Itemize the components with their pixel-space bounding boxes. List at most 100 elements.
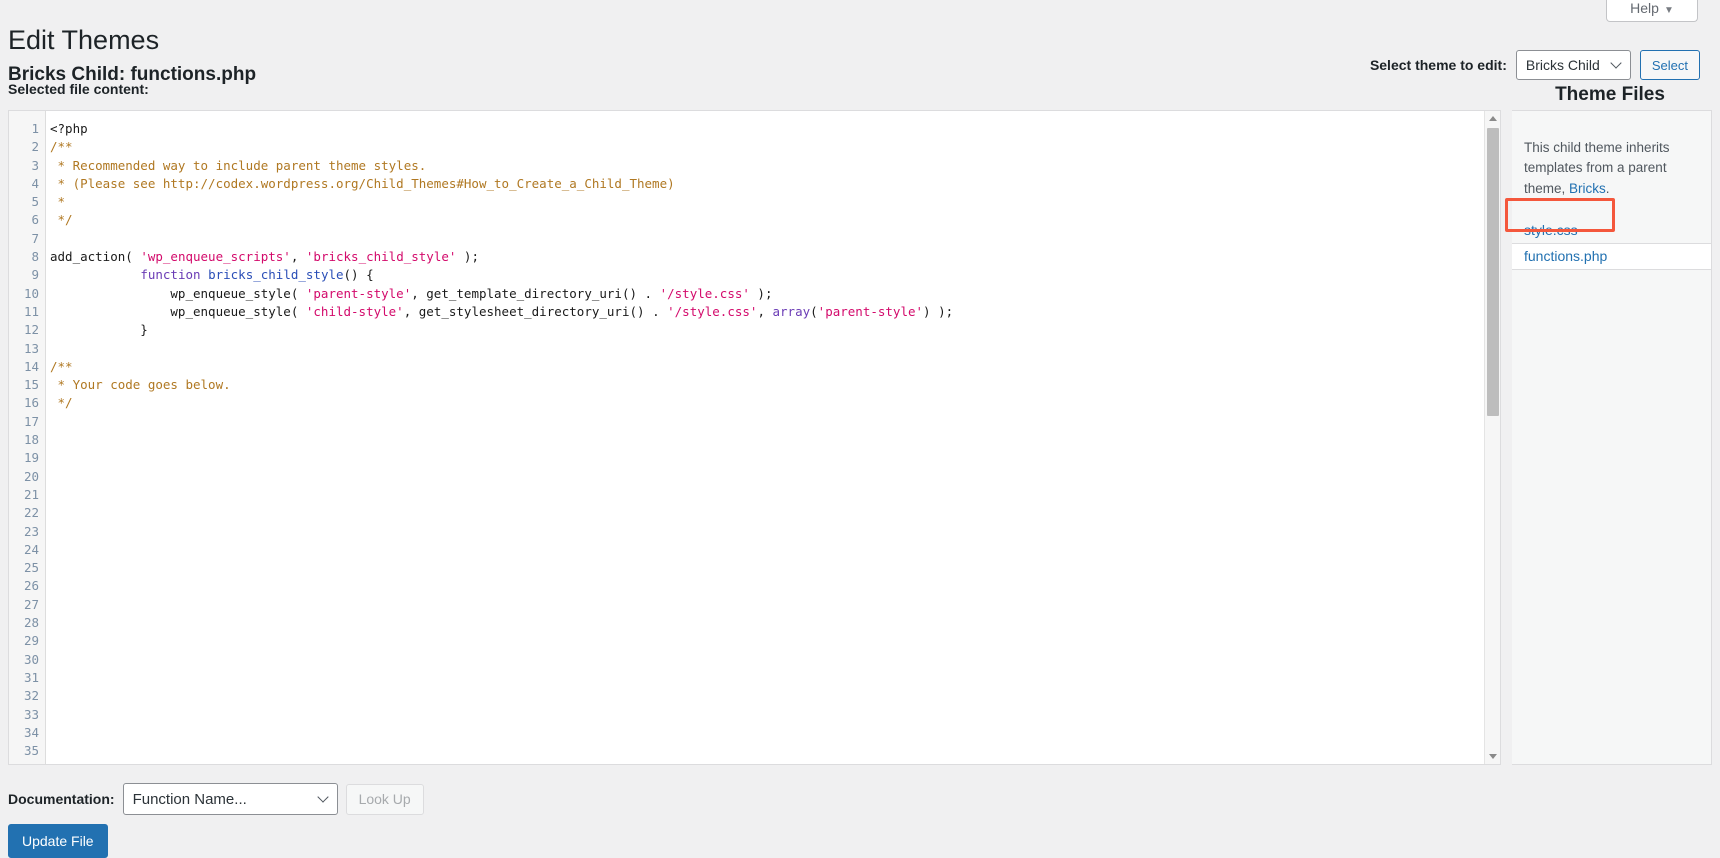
theme-files-panel: This child theme inherits templates from… xyxy=(1512,110,1712,765)
line-number: 20 xyxy=(9,468,45,486)
help-tab-button[interactable]: Help ▼ xyxy=(1606,0,1698,22)
update-file-button[interactable]: Update File xyxy=(8,824,108,858)
select-theme-label: Select theme to edit: xyxy=(1370,57,1507,73)
code-token xyxy=(201,267,209,282)
code-line xyxy=(50,468,1500,486)
code-line: * xyxy=(50,193,1500,211)
code-scroll-region[interactable]: <?php /** * Recommended way to include pa… xyxy=(46,111,1500,764)
line-number: 21 xyxy=(9,486,45,504)
editor-scrollbar-thumb[interactable] xyxy=(1487,128,1499,416)
code-line: * Your code goes below. xyxy=(50,376,1500,394)
documentation-select-wrapper: Function Name... xyxy=(123,783,338,815)
code-token: 'parent-style' xyxy=(818,304,923,319)
code-line xyxy=(50,559,1500,577)
line-number: 3 xyxy=(9,157,45,175)
code-line: <?php xyxy=(50,120,1500,138)
look-up-button[interactable]: Look Up xyxy=(346,784,424,815)
line-number: 12 xyxy=(9,321,45,339)
documentation-row: Documentation: Function Name... Look Up xyxy=(8,783,424,815)
code-line xyxy=(50,340,1500,358)
theme-file-list: style.cssfunctions.php xyxy=(1512,218,1711,270)
code-line xyxy=(50,651,1500,669)
code-line xyxy=(50,724,1500,742)
code-token: /** xyxy=(50,139,73,154)
theme-selector-row: Select theme to edit: Bricks Child Selec… xyxy=(1370,50,1700,80)
theme-select[interactable]: Bricks Child xyxy=(1516,50,1631,80)
theme-file-item[interactable]: style.css xyxy=(1512,218,1711,243)
code-token: bricks_child_style xyxy=(208,267,343,282)
documentation-label: Documentation: xyxy=(8,791,115,807)
line-number: 18 xyxy=(9,431,45,449)
line-number: 35 xyxy=(9,742,45,760)
code-token: wp_enqueue_style( xyxy=(50,286,306,301)
code-line: * Recommended way to include parent them… xyxy=(50,157,1500,175)
scroll-down-arrow-icon[interactable] xyxy=(1485,749,1501,764)
line-number: 19 xyxy=(9,449,45,467)
documentation-select[interactable]: Function Name... xyxy=(123,783,338,815)
code-line xyxy=(50,760,1500,764)
scroll-up-arrow-icon[interactable] xyxy=(1485,111,1501,126)
code-line xyxy=(50,742,1500,760)
editor-vertical-scrollbar[interactable] xyxy=(1484,111,1500,764)
code-line xyxy=(50,230,1500,248)
line-number: 2 xyxy=(9,138,45,156)
code-token: array xyxy=(773,304,811,319)
code-line xyxy=(50,706,1500,724)
selected-file-content-label: Selected file content: xyxy=(8,81,149,97)
code-line: wp_enqueue_style( 'parent-style', get_te… xyxy=(50,285,1500,303)
line-number: 29 xyxy=(9,632,45,650)
theme-file-item[interactable]: functions.php xyxy=(1512,243,1711,270)
code-token: add_action( xyxy=(50,249,140,264)
code-line xyxy=(50,486,1500,504)
code-token: 'wp_enqueue_scripts' xyxy=(140,249,291,264)
line-number: 23 xyxy=(9,523,45,541)
line-number: 16 xyxy=(9,394,45,412)
code-token: , get_stylesheet_directory_uri() . xyxy=(404,304,667,319)
parent-theme-link[interactable]: Bricks xyxy=(1569,181,1606,196)
code-token: () { xyxy=(344,267,374,282)
code-token: 'parent-style' xyxy=(306,286,411,301)
line-number: 27 xyxy=(9,596,45,614)
code-line xyxy=(50,504,1500,522)
code-token: } xyxy=(50,322,148,337)
code-line xyxy=(50,669,1500,687)
code-editor[interactable]: 1234567891011121314151617181920212223242… xyxy=(8,110,1501,765)
line-number: 13 xyxy=(9,340,45,358)
theme-file-link[interactable]: style.css xyxy=(1512,218,1711,243)
line-number: 32 xyxy=(9,687,45,705)
line-number: 36 xyxy=(9,760,45,765)
line-number: 9 xyxy=(9,266,45,284)
line-number: 33 xyxy=(9,706,45,724)
code-content[interactable]: <?php /** * Recommended way to include pa… xyxy=(46,120,1500,764)
code-token: * (Please see http://codex.wordpress.org… xyxy=(50,176,675,191)
code-token: , xyxy=(291,249,306,264)
code-line: /** xyxy=(50,358,1500,376)
code-line xyxy=(50,614,1500,632)
line-number-gutter: 1234567891011121314151617181920212223242… xyxy=(9,111,46,764)
line-number: 7 xyxy=(9,230,45,248)
code-token: 'child-style' xyxy=(306,304,404,319)
code-line: add_action( 'wp_enqueue_scripts', 'brick… xyxy=(50,248,1500,266)
theme-select-wrapper: Bricks Child xyxy=(1516,50,1631,80)
line-number: 34 xyxy=(9,724,45,742)
theme-file-link[interactable]: functions.php xyxy=(1512,244,1711,269)
line-number: 31 xyxy=(9,669,45,687)
code-token: <?php xyxy=(50,121,88,136)
line-number: 22 xyxy=(9,504,45,522)
code-token: */ xyxy=(50,212,73,227)
code-line xyxy=(50,431,1500,449)
code-line: function bricks_child_style() { xyxy=(50,266,1500,284)
code-token: * Recommended way to include parent them… xyxy=(50,158,426,173)
select-theme-button[interactable]: Select xyxy=(1640,50,1700,80)
code-token: wp_enqueue_style( xyxy=(50,304,306,319)
code-token: ); xyxy=(456,249,479,264)
line-number: 17 xyxy=(9,413,45,431)
code-token: */ xyxy=(50,395,73,410)
code-token: , get_template_directory_uri() . xyxy=(411,286,659,301)
code-line: */ xyxy=(50,211,1500,229)
code-token: * xyxy=(50,194,65,209)
code-token: '/style.css' xyxy=(667,304,757,319)
line-number: 4 xyxy=(9,175,45,193)
line-number: 26 xyxy=(9,577,45,595)
code-line: wp_enqueue_style( 'child-style', get_sty… xyxy=(50,303,1500,321)
